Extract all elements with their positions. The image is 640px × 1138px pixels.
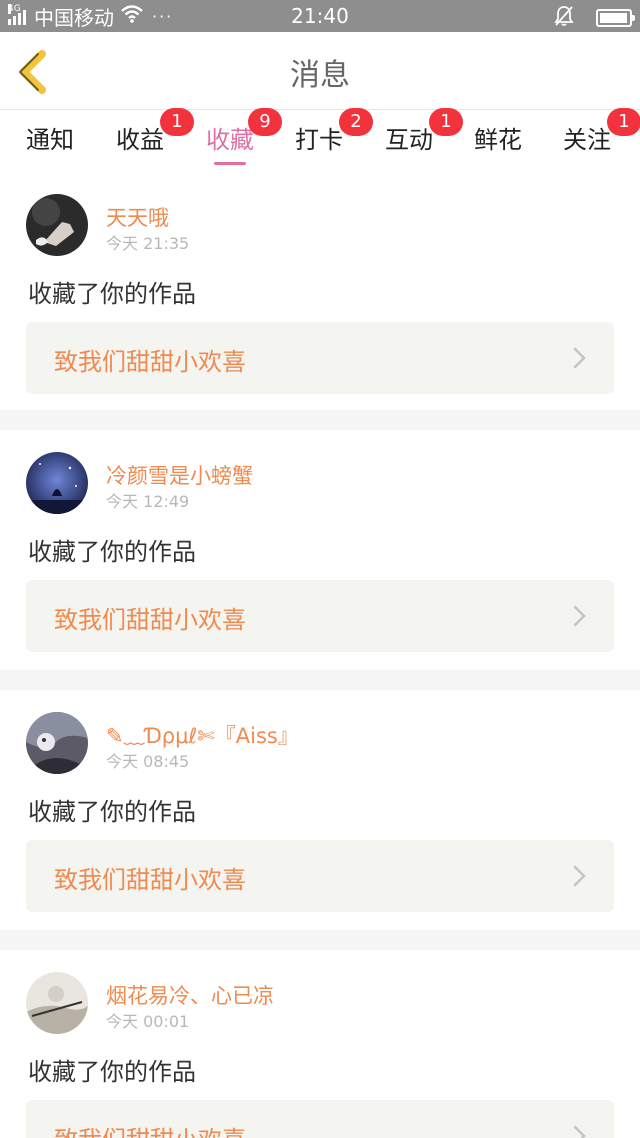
action-text: 收藏了你的作品 [28,280,196,308]
work-link[interactable]: 致我们甜甜小欢喜 [26,1100,614,1138]
divider [0,670,640,690]
username[interactable]: 天天哦 [106,202,169,232]
tab-label: 打卡 [295,126,343,154]
timestamp: 今天 21:35 [106,234,190,253]
action-text: 收藏了你的作品 [28,538,196,566]
work-link[interactable]: 致我们甜甜小欢喜 [26,840,614,912]
work-title: 致我们甜甜小欢喜 [54,348,246,376]
tab-notice[interactable]: 通知 [26,120,74,155]
chevron-right-icon [573,605,586,627]
tab-badge: 2 [339,108,373,136]
notification-card: 冷颜雪是小螃蟹 今天 12:49 收藏了你的作品 致我们甜甜小欢喜 [0,430,640,670]
page-title: 消息 [290,58,350,93]
divider [0,410,640,430]
tab-label: 通知 [26,126,74,154]
header: 消息 [0,32,640,110]
tab-badge: 1 [160,108,194,136]
username[interactable]: 烟花易冷、心已凉 [106,980,274,1010]
notification-list: 天天哦 今天 21:35 收藏了你的作品 致我们甜甜小欢喜 冷颜雪是小螃蟹 今天… [0,172,640,1138]
battery-icon [596,9,635,27]
tab-bar: 通知 收益 1 收藏 9 打卡 2 互动 1 鲜花 关注 1 [0,108,640,172]
action-text: 收藏了你的作品 [28,798,196,826]
tab-earnings[interactable]: 收益 1 [116,108,194,155]
tab-follow[interactable]: 关注 1 [563,108,640,155]
tab-interaction[interactable]: 互动 1 [385,108,463,155]
notification-card: 烟花易冷、心已凉 今天 00:01 收藏了你的作品 致我们甜甜小欢喜 [0,950,640,1138]
battery-fill [600,13,627,23]
timestamp: 今天 00:01 [106,1012,190,1031]
avatar[interactable] [26,452,88,514]
tab-label: 收藏 [206,126,254,154]
avatar[interactable] [26,972,88,1034]
tab-flowers[interactable]: 鲜花 [474,120,522,155]
tab-label: 鲜花 [474,126,522,154]
work-title: 致我们甜甜小欢喜 [54,866,246,894]
work-link[interactable]: 致我们甜甜小欢喜 [26,322,614,394]
username[interactable]: 冷颜雪是小螃蟹 [106,460,253,490]
tab-favorites[interactable]: 收藏 9 [206,108,282,165]
chevron-right-icon [573,347,586,369]
timestamp: 今天 12:49 [106,492,190,511]
tab-label: 互动 [385,126,433,154]
timestamp: 今天 08:45 [106,752,190,771]
avatar[interactable] [26,712,88,774]
chevron-right-icon [573,865,586,887]
work-title: 致我们甜甜小欢喜 [54,606,246,634]
active-tab-indicator [214,162,246,165]
mute-icon [554,5,574,31]
tab-badge: 1 [607,108,640,136]
chevron-right-icon [573,1125,586,1138]
tab-badge: 9 [248,108,282,136]
tab-badge: 1 [429,108,463,136]
status-bar: 4G 中国移动 ··· 21:40 [0,0,640,32]
work-title: 致我们甜甜小欢喜 [54,1120,246,1138]
tab-checkin[interactable]: 打卡 2 [295,108,373,155]
username[interactable]: ✎﹏Ɗρμℓ✄『Aiss』 [106,720,299,750]
notification-card: ✎﹏Ɗρμℓ✄『Aiss』 今天 08:45 收藏了你的作品 致我们甜甜小欢喜 [0,690,640,930]
notification-card: 天天哦 今天 21:35 收藏了你的作品 致我们甜甜小欢喜 [0,172,640,410]
status-bar-right [554,5,635,31]
status-time: 21:40 [291,4,349,28]
divider [0,930,640,950]
tab-label: 收益 [116,126,164,154]
avatar[interactable] [26,194,88,256]
action-text: 收藏了你的作品 [28,1058,196,1086]
tab-label: 关注 [563,126,611,154]
work-link[interactable]: 致我们甜甜小欢喜 [26,580,614,652]
